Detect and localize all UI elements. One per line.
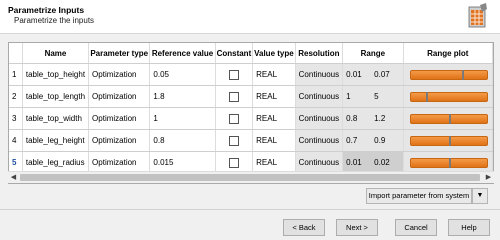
cell-range[interactable]: 0.01 0.07 [342,63,404,86]
range-max[interactable]: 1.2 [374,114,385,123]
footer-separator [0,209,500,210]
range-plot-bar [409,135,488,146]
cell-name[interactable]: table_top_length [22,85,90,108]
range-plot-bar [409,157,488,168]
scrollbar-thumb[interactable] [20,174,480,181]
header-range-plot[interactable]: Range plot [403,43,493,64]
page-subtitle: Parametrize the inputs [14,16,95,25]
header-rownum [9,43,23,64]
cell-reference-value[interactable]: 0.8 [149,129,216,152]
range-plot-marker[interactable] [448,113,451,124]
scroll-left-icon[interactable]: ◀ [8,172,19,183]
wizard-header: Parametrize Inputs Parametrize the input… [0,0,500,34]
cell-resolution[interactable]: Continuous [295,107,344,130]
cell-constant [215,63,254,86]
range-plot-bar [409,91,488,102]
constant-checkbox[interactable] [228,113,239,124]
header-resolution[interactable]: Resolution [295,43,344,64]
range-plot-marker[interactable] [448,157,451,168]
cell-constant [215,107,254,130]
table-row[interactable]: 1 table_top_height Optimization 0.05 REAL Con… [9,63,493,86]
cell-range-plot [403,129,493,152]
header-value-type[interactable]: Value type [252,43,296,64]
header-constant[interactable]: Constant [215,43,254,64]
cell-parameter-type[interactable]: Optimization [88,107,151,130]
scroll-right-icon[interactable]: ▶ [483,172,494,183]
table-row[interactable]: 4 table_leg_height Optimization 0.8 REAL Cont… [9,129,493,152]
range-max[interactable]: 0.07 [374,70,390,79]
next-button[interactable]: Next > [336,219,378,236]
range-plot-marker[interactable] [425,91,428,102]
range-min[interactable]: 0.01 [346,158,374,167]
page-title: Parametrize Inputs [8,5,85,15]
horizontal-scrollbar[interactable]: ◀ ▶ [8,171,494,183]
cell-resolution[interactable]: Continuous [295,129,344,152]
range-plot-marker[interactable] [448,135,451,146]
range-max[interactable]: 0.02 [374,158,390,167]
parameter-table: Name Parameter type Reference value Cons… [8,42,494,184]
import-dropdown-icon[interactable]: ▼ [472,188,488,204]
table-header-row: Name Parameter type Reference value Cons… [9,43,493,64]
range-plot-marker[interactable] [461,69,464,80]
range-plot-bar [409,113,488,124]
constant-checkbox[interactable] [228,69,239,80]
range-max[interactable]: 5 [374,92,378,101]
cell-range[interactable]: 0.8 1.2 [342,107,404,130]
constant-checkbox[interactable] [228,135,239,146]
range-min[interactable]: 0.8 [346,114,374,123]
cell-constant [215,85,254,108]
cell-value-type[interactable]: REAL [252,85,296,108]
cell-parameter-type[interactable]: Optimization [88,85,151,108]
cell-name[interactable]: table_leg_height [22,129,90,152]
range-plot-bar [409,69,488,80]
table-row[interactable]: 3 table_top_width Optimization 1 REAL Continu… [9,107,493,130]
cell-range[interactable]: 0.7 0.9 [342,129,404,152]
cell-constant [215,129,254,152]
cell-parameter-type[interactable]: Optimization [88,63,151,86]
header-parameter-type[interactable]: Parameter type [88,43,151,64]
row-number[interactable]: 4 [9,129,23,152]
header-range[interactable]: Range [342,43,404,64]
table-row[interactable]: 2 table_top_length Optimization 1.8 REAL Cont… [9,85,493,108]
cell-value-type[interactable]: REAL [252,63,296,86]
cell-range-plot [403,107,493,130]
cancel-button[interactable]: Cancel [395,219,437,236]
range-min[interactable]: 0.01 [346,70,374,79]
cell-parameter-type[interactable]: Optimization [88,129,151,152]
header-name[interactable]: Name [22,43,90,64]
range-max[interactable]: 0.9 [374,136,385,145]
cell-range-plot [403,63,493,86]
cell-range-plot [403,85,493,108]
cell-range[interactable]: 15 [342,85,404,108]
header-reference-value[interactable]: Reference value [149,43,216,64]
cell-reference-value[interactable]: 1 [149,107,216,130]
cell-resolution[interactable]: Continuous [295,63,344,86]
parametrize-logo-icon [468,3,487,28]
import-parameter-button[interactable]: Import parameter from system [366,188,472,204]
row-number[interactable]: 2 [9,85,23,108]
cell-value-type[interactable]: REAL [252,107,296,130]
constant-checkbox[interactable] [228,157,239,168]
cell-reference-value[interactable]: 1.8 [149,85,216,108]
cell-reference-value[interactable]: 0.05 [149,63,216,86]
row-number[interactable]: 3 [9,107,23,130]
cell-value-type[interactable]: REAL [252,129,296,152]
row-number[interactable]: 1 [9,63,23,86]
back-button[interactable]: < Back [283,219,325,236]
cell-name[interactable]: table_top_height [22,63,90,86]
help-button[interactable]: Help [448,219,490,236]
range-min[interactable]: 1 [346,92,374,101]
cell-name[interactable]: table_top_width [22,107,90,130]
range-min[interactable]: 0.7 [346,136,374,145]
constant-checkbox[interactable] [228,91,239,102]
cell-resolution[interactable]: Continuous [295,85,344,108]
